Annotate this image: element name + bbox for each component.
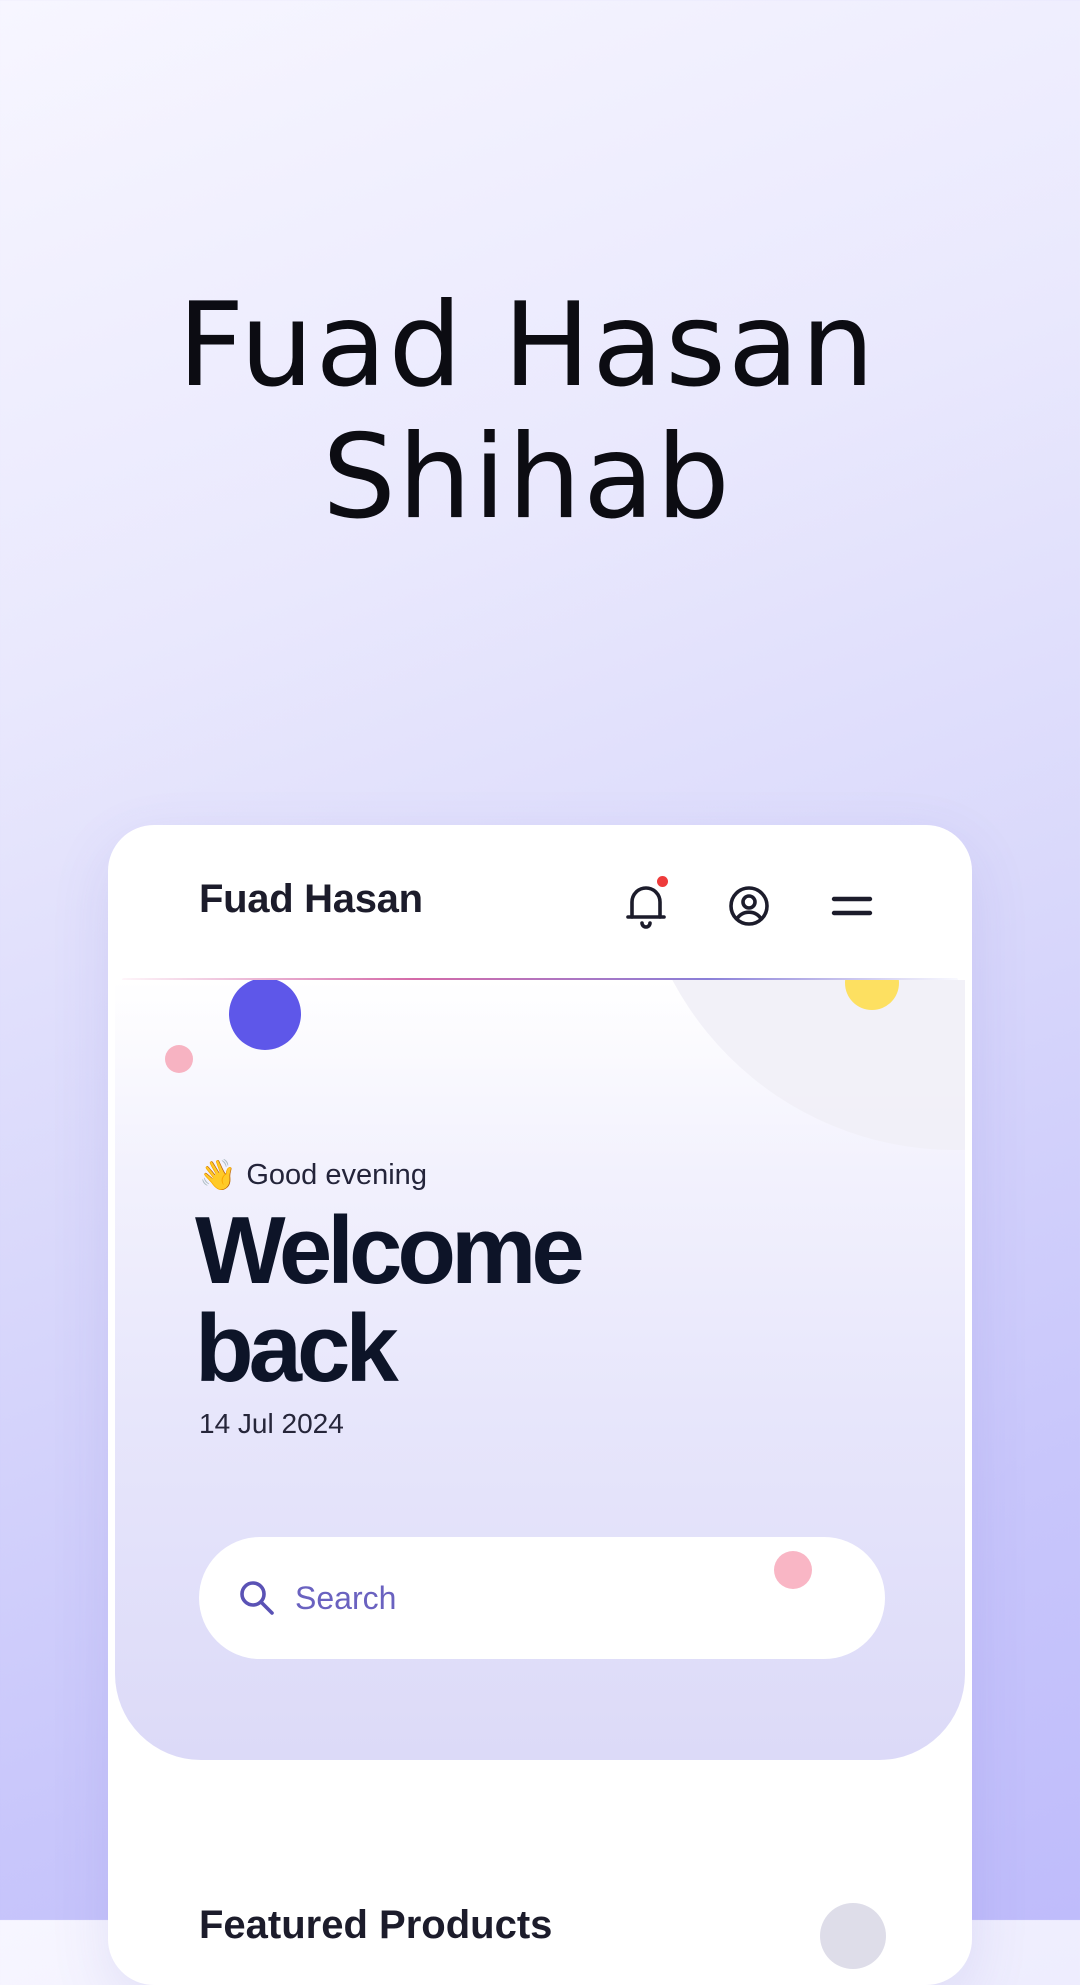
current-date: 14 Jul 2024 bbox=[199, 1408, 344, 1439]
decorative-pink-circle bbox=[165, 1045, 193, 1073]
hero-title-line-2: Shihab bbox=[322, 410, 732, 545]
user-circle-icon bbox=[729, 886, 769, 926]
waving-hand-icon: 👋 bbox=[199, 1158, 237, 1193]
greeting: 👋 Good evening bbox=[199, 1158, 427, 1193]
hero-title: Fuad Hasan Shihab bbox=[0, 280, 1054, 544]
bell-icon bbox=[626, 886, 666, 929]
section-action-button[interactable] bbox=[820, 1903, 886, 1969]
welcome-headline: Welcome back bbox=[195, 1197, 585, 1402]
decorative-blue-circle bbox=[229, 980, 301, 1050]
search-icon bbox=[240, 1581, 274, 1615]
decorative-pink-dot bbox=[774, 1551, 812, 1589]
search-input[interactable] bbox=[295, 1579, 735, 1617]
app-preview-card: Fuad Hasan 👋 Good evening Welcome back 1… bbox=[108, 825, 972, 1985]
decorative-arc bbox=[635, 980, 965, 1150]
welcome-panel: 👋 Good evening Welcome back 14 Jul 2024 bbox=[115, 980, 965, 1760]
notification-dot bbox=[657, 876, 668, 887]
search-bar[interactable] bbox=[199, 1537, 885, 1659]
hero-title-line-1: Fuad Hasan bbox=[177, 278, 877, 413]
app-header: Fuad Hasan bbox=[108, 825, 972, 980]
app-brand[interactable]: Fuad Hasan bbox=[199, 877, 423, 922]
notifications-button[interactable] bbox=[620, 876, 672, 932]
section-title: Featured Products bbox=[199, 1903, 553, 1947]
hamburger-menu-icon bbox=[831, 896, 873, 916]
profile-button[interactable] bbox=[723, 880, 775, 932]
greeting-text: Good evening bbox=[246, 1159, 427, 1191]
menu-button[interactable] bbox=[826, 880, 878, 932]
